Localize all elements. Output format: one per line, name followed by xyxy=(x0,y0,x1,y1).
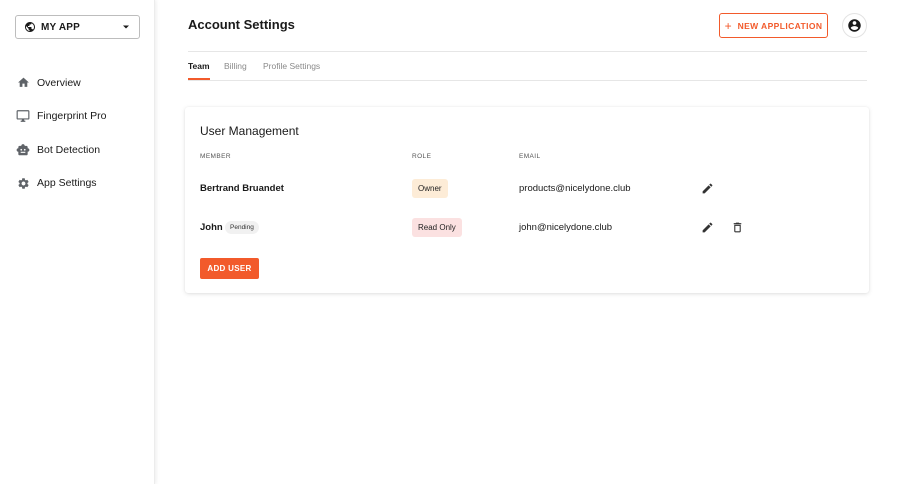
tab-team[interactable]: Team xyxy=(188,61,210,71)
sidebar-item-app-settings[interactable]: App Settings xyxy=(0,167,155,201)
sidebar-nav: Overview Fingerprint Pro Bot Detection A… xyxy=(0,66,155,200)
new-application-button[interactable]: + NEW APPLICATION xyxy=(719,13,828,38)
member-email: products@nicelydone.club xyxy=(519,183,631,194)
column-header-member: MEMBER xyxy=(200,153,231,160)
gear-icon xyxy=(16,176,30,190)
sidebar-item-bot-detection[interactable]: Bot Detection xyxy=(0,133,155,167)
column-header-role: ROLE xyxy=(412,153,432,160)
sidebar-item-label: Fingerprint Pro xyxy=(37,110,107,123)
app-switcher[interactable]: MY APP xyxy=(15,15,140,39)
sidebar-item-label: Overview xyxy=(37,76,81,89)
page-title: Account Settings xyxy=(188,17,295,32)
user-management-card: User Management MEMBER ROLE EMAIL Bertra… xyxy=(185,107,869,293)
edit-icon[interactable] xyxy=(700,220,714,234)
monitor-icon xyxy=(16,109,30,123)
column-header-email: EMAIL xyxy=(519,153,541,160)
member-name: Bertrand Bruandet xyxy=(200,183,284,194)
sidebar: MY APP Overview Fingerprint Pro Bot Dete… xyxy=(0,0,155,484)
robot-icon xyxy=(16,143,30,157)
new-application-label: NEW APPLICATION xyxy=(737,20,823,31)
app-switcher-label: MY APP xyxy=(41,21,80,33)
member-email: john@nicelydone.club xyxy=(519,222,613,233)
tab-billing[interactable]: Billing xyxy=(224,61,247,71)
member-name: John xyxy=(200,222,223,233)
role-badge: Read Only xyxy=(412,218,462,237)
sidebar-item-label: App Settings xyxy=(37,177,97,190)
role-badge: Owner xyxy=(412,179,448,198)
sidebar-item-overview[interactable]: Overview xyxy=(0,66,155,100)
caret-down-icon xyxy=(121,22,131,32)
pending-badge: Pending xyxy=(225,221,259,234)
delete-icon[interactable] xyxy=(730,220,744,234)
plus-icon: + xyxy=(724,18,732,33)
tab-profile-settings[interactable]: Profile Settings xyxy=(263,61,320,71)
globe-icon xyxy=(24,21,36,33)
account-button[interactable] xyxy=(842,13,867,38)
account-circle-icon xyxy=(847,18,862,33)
settings-tabs: Team Billing Profile Settings xyxy=(188,52,867,81)
sidebar-item-label: Bot Detection xyxy=(37,143,101,156)
active-tab-indicator xyxy=(188,78,210,80)
home-icon xyxy=(16,76,30,90)
card-title: User Management xyxy=(200,124,299,138)
add-user-button[interactable]: ADD USER xyxy=(200,258,259,279)
sidebar-item-fingerprint-pro[interactable]: Fingerprint Pro xyxy=(0,100,155,134)
edit-icon[interactable] xyxy=(700,181,714,195)
main-content: Account Settings + NEW APPLICATION Team … xyxy=(155,0,900,484)
